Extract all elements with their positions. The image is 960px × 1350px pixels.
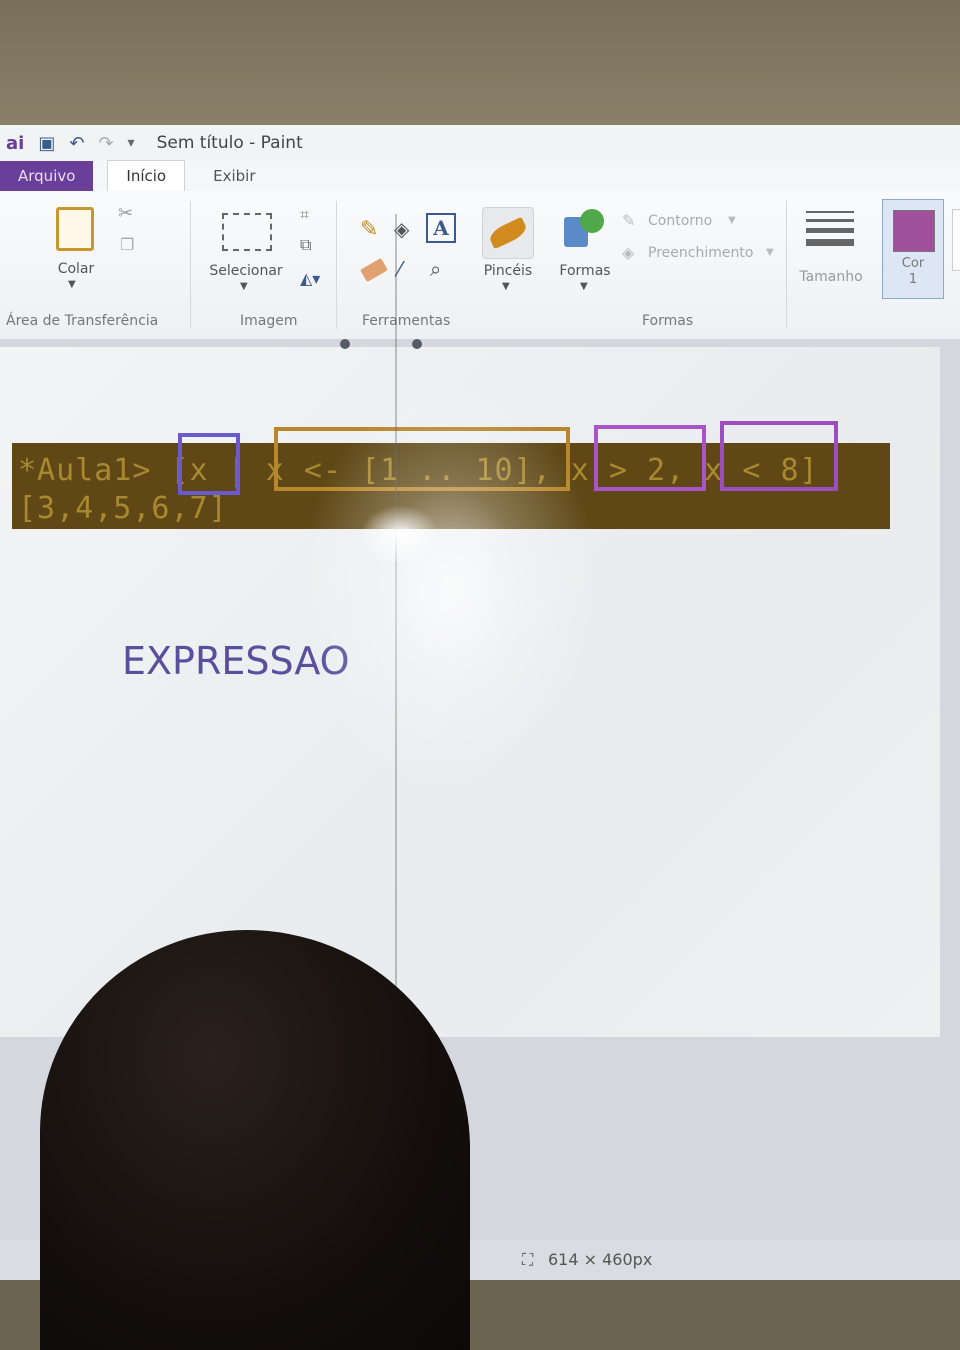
fill-button[interactable]: Preenchimento [648,245,753,261]
shapes-dropdown-icon[interactable]: ▼ [580,281,588,292]
highlight-box-guard-1 [594,425,706,491]
outline-button[interactable]: Contorno [648,213,712,229]
fill-dropdown-icon[interactable]: ▼ [766,247,774,258]
ribbon-separator [336,201,337,329]
group-label-clipboard: Área de Transferência [6,313,159,329]
shapes-button[interactable]: Formas [552,263,618,279]
size-line [806,239,854,246]
color1-button[interactable]: Cor 1 [882,199,944,299]
tab-inicio[interactable]: Início [107,160,186,191]
pencil-icon[interactable]: ✎ [360,217,378,242]
eraser-icon[interactable] [360,257,388,283]
ribbon: Colar ▼ ✂ ❐ Área de Transferência Seleci… [0,191,960,340]
group-label-shapes: Formas [642,313,694,329]
outline-dropdown-icon[interactable]: ▼ [728,215,736,226]
clipboard-icon[interactable] [56,207,94,251]
size-line [806,211,854,213]
cut-icon[interactable]: ✂ [118,203,133,224]
paste-button[interactable]: Colar [46,261,106,277]
group-label-tools: Ferramentas [362,313,451,329]
color2-button[interactable] [952,209,960,271]
annotation-text: EXPRESSAO [122,639,350,683]
outline-icon: ✎ [622,211,636,230]
highlight-box-variable [178,433,240,495]
rotate-icon[interactable]: ◭▾ [300,269,320,288]
group-label-image: Imagem [240,313,298,329]
redo-icon[interactable]: ↷ [98,133,113,154]
shapes-icon[interactable] [562,209,606,253]
copy-icon[interactable]: ❐ [120,235,134,254]
color1-swatch [893,210,935,252]
window-title: Sem título - Paint [156,133,303,153]
brushes-icon[interactable] [482,207,534,259]
size-line [806,219,854,222]
fill-icon: ◈ [622,243,635,262]
select-dropdown-icon[interactable]: ▼ [240,281,248,292]
image-size-icon: ⛶ [522,1250,534,1269]
brushes-dropdown-icon[interactable]: ▼ [502,281,510,292]
paint-app-icon[interactable]: ai [6,133,24,154]
save-icon[interactable]: ▣ [38,133,55,154]
ribbon-tabs: Arquivo Início Exibir [0,160,960,191]
select-button[interactable]: Selecionar [200,263,292,279]
color-picker-icon[interactable]: ⁄ [398,257,401,281]
resize-icon[interactable]: ⧉ [300,235,311,255]
brush-stroke-icon [486,216,530,250]
ribbon-separator [786,201,787,329]
magnifier-icon[interactable]: ⌕ [430,257,441,281]
paste-dropdown-icon[interactable]: ▼ [68,279,76,290]
crop-icon[interactable]: ⌗ [300,205,309,225]
title-bar: ai ▣ ↶ ↷ ▾ Sem título - Paint [0,125,960,161]
shape-circle-icon [580,209,604,233]
size-button[interactable]: Tamanho [796,269,866,285]
tab-arquivo[interactable]: Arquivo [0,161,94,191]
resize-handle-top[interactable] [340,339,350,349]
size-line [806,228,854,233]
quick-access-toolbar: ai ▣ ↶ ↷ ▾ [6,133,135,154]
undo-icon[interactable]: ↶ [69,133,84,154]
drawing-canvas[interactable]: *Aula1> [x | x <- [1 .. 10], x > 2, x < … [0,347,940,1037]
resize-handle-top[interactable] [412,339,422,349]
highlight-box-generator [274,427,570,491]
select-rectangle-icon[interactable] [222,213,272,251]
highlight-box-guard-2 [720,421,838,491]
customize-quick-access-icon[interactable]: ▾ [128,135,135,151]
text-tool-icon[interactable]: A [426,213,456,243]
tab-exibir[interactable]: Exibir [195,161,273,191]
image-dimensions: 614 × 460px [548,1250,653,1269]
wall-background [0,0,960,125]
code-line-2: [3,4,5,6,7] [18,491,228,526]
line-size-icon[interactable] [806,211,854,246]
ribbon-separator [190,201,191,329]
color1-label: Cor 1 [901,256,925,287]
brushes-button[interactable]: Pincéis [474,263,542,279]
